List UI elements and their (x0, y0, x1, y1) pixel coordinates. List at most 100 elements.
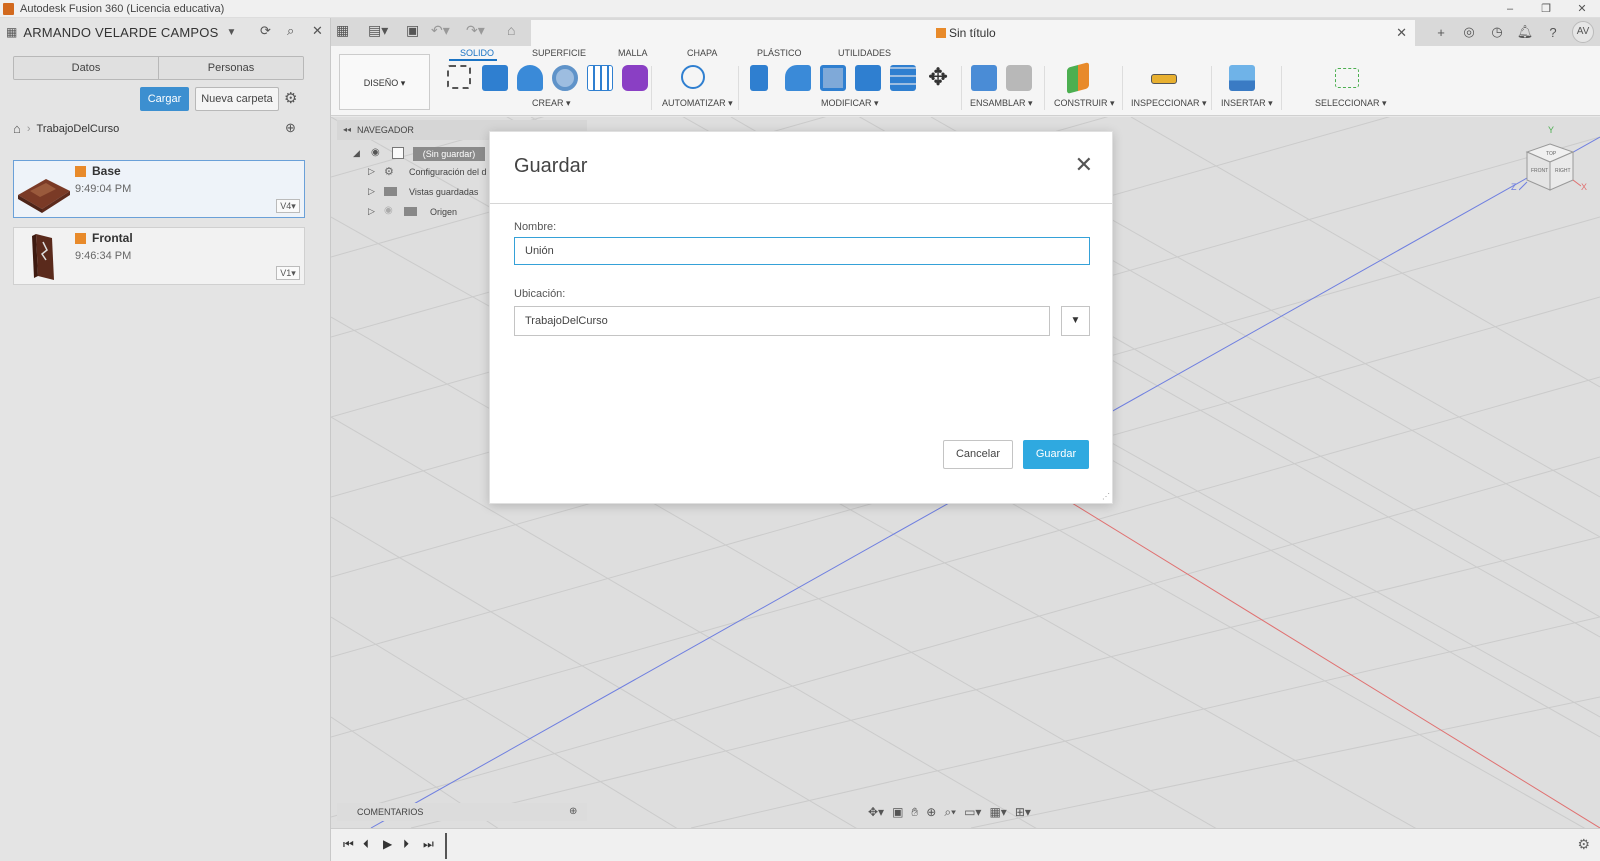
notifications-icon[interactable]: 🔔︎ (1516, 24, 1534, 40)
tab-personas[interactable]: Personas (158, 57, 303, 79)
version-badge[interactable]: V4▾ (276, 199, 300, 213)
combine-icon[interactable] (855, 65, 881, 91)
tab-datos[interactable]: Datos (14, 57, 158, 79)
team-icon[interactable]: ▦ (6, 25, 17, 39)
location-field[interactable] (514, 306, 1050, 336)
undo-icon[interactable]: ↶▾ (431, 22, 450, 39)
new-tab-icon[interactable]: + (1432, 25, 1450, 40)
measure-icon[interactable] (1151, 74, 1177, 84)
press-pull-icon[interactable] (750, 65, 768, 91)
move-icon[interactable]: ✥ (925, 65, 951, 91)
viewcube[interactable]: TOP FRONT RIGHT Y Z X (1511, 125, 1587, 200)
timeline-settings-icon[interactable]: ⚙ (1577, 836, 1590, 853)
close-tab-icon[interactable]: ✕ (1396, 25, 1407, 41)
viewports-icon[interactable]: ⊞▾ (1015, 805, 1031, 820)
add-comment-icon[interactable]: ⊕ (569, 806, 577, 817)
triangle-collapsed-icon[interactable]: ▷ (368, 206, 375, 217)
refresh-icon[interactable]: ⟳ (260, 23, 271, 39)
avatar[interactable]: AV (1572, 21, 1594, 43)
search-icon[interactable]: ⌕ (287, 23, 294, 39)
fit-icon[interactable]: ⌕▾ (944, 805, 956, 820)
chevron-down-icon[interactable]: ▼ (226, 27, 236, 38)
new-component-icon[interactable] (971, 65, 997, 91)
upload-button[interactable]: Cargar (140, 87, 189, 111)
browser-item-saved-views[interactable]: Vistas guardadas (409, 187, 478, 197)
select-icon[interactable] (1335, 68, 1359, 88)
hole-icon[interactable] (552, 65, 578, 91)
group-crear[interactable]: CREAR ▾ (532, 98, 571, 109)
step-back-icon[interactable]: ⏴ (363, 837, 369, 852)
tab-solido[interactable]: SOLIDO (460, 48, 494, 58)
tab-malla[interactable]: MALLA (618, 48, 648, 58)
triangle-expanded-icon[interactable]: ◢ (353, 148, 360, 159)
revolve-icon[interactable] (517, 65, 543, 91)
save-button[interactable]: Guardar (1023, 440, 1089, 469)
name-field[interactable] (514, 237, 1090, 265)
close-window-button[interactable]: ✕ (1564, 0, 1600, 18)
grid-settings-icon[interactable]: ▦▾ (989, 805, 1006, 820)
comments-panel[interactable]: COMENTARIOS (337, 803, 587, 821)
browser-item-origin[interactable]: Origen (430, 207, 457, 217)
globe-icon[interactable]: ⊕ (285, 120, 296, 136)
triangle-collapsed-icon[interactable]: ▷ (368, 186, 375, 197)
close-panel-icon[interactable]: ✕ (312, 23, 323, 39)
go-to-end-icon[interactable]: ⏭ (423, 837, 434, 852)
group-insertar[interactable]: INSERTAR ▾ (1221, 98, 1273, 109)
triangle-collapsed-icon[interactable]: ▷ (368, 166, 375, 177)
workspace-switcher[interactable]: DISEÑO ▾ (339, 54, 430, 110)
play-icon[interactable]: ▶ (383, 837, 392, 851)
user-name[interactable]: ARMANDO VELARDE CAMPOS (23, 25, 218, 40)
group-construir[interactable]: CONSTRUIR ▾ (1054, 98, 1115, 109)
group-seleccionar[interactable]: SELECCIONAR ▾ (1315, 98, 1387, 109)
group-ensamblar[interactable]: ENSAMBLAR ▾ (970, 98, 1033, 109)
file-card-base[interactable]: Base 9:49:04 PM V4▾ (13, 160, 305, 218)
minimize-button[interactable]: – (1492, 0, 1528, 18)
eye-hidden-icon[interactable]: ◉ (384, 205, 393, 216)
group-automatizar[interactable]: AUTOMATIZAR ▾ (662, 98, 733, 109)
document-tab[interactable]: Sin título ✕ (531, 20, 1415, 46)
go-to-start-icon[interactable]: ⏮ (343, 837, 354, 852)
form-icon[interactable] (622, 65, 648, 91)
apps-grid-icon[interactable]: ▦ (336, 22, 349, 39)
automate-icon[interactable] (681, 65, 705, 89)
zoom-icon[interactable]: ⊕ (926, 805, 936, 820)
resize-handle-icon[interactable]: ⋰ (1102, 492, 1110, 501)
joint-icon[interactable] (1006, 65, 1032, 91)
extensions-icon[interactable]: ◎ (1460, 24, 1478, 40)
timeline-marker[interactable] (445, 833, 447, 859)
step-forward-icon[interactable]: ⏵ (403, 837, 409, 852)
extrude-icon[interactable] (482, 65, 508, 91)
home-view-icon[interactable]: ⌂ (507, 22, 515, 38)
display-settings-icon[interactable]: ▭▾ (964, 805, 981, 820)
version-badge[interactable]: V1▾ (276, 266, 300, 280)
file-menu-icon[interactable]: ▤▾ (368, 22, 388, 39)
cancel-button[interactable]: Cancelar (943, 440, 1013, 469)
file-card-frontal[interactable]: Frontal 9:46:34 PM V1▾ (13, 227, 305, 285)
new-folder-button[interactable]: Nueva carpeta (195, 87, 279, 111)
orbit-icon[interactable]: ✥▾ (868, 805, 884, 820)
pan-icon[interactable]: ✋︎ (911, 805, 918, 820)
save-icon[interactable]: ▣ (406, 22, 419, 39)
group-modificar[interactable]: MODIFICAR ▾ (821, 98, 879, 109)
restore-button[interactable]: ❐ (1528, 0, 1564, 18)
offset-face-icon[interactable] (890, 65, 916, 91)
home-icon[interactable]: ⌂ (13, 121, 21, 136)
shell-icon[interactable] (820, 65, 846, 91)
offset-plane-icon[interactable] (1067, 62, 1089, 94)
browser-root[interactable]: (Sin guardar) (413, 147, 485, 161)
collapse-left-icon[interactable]: ◂◂ (343, 125, 351, 134)
tab-chapa[interactable]: CHAPA (687, 48, 717, 58)
help-icon[interactable]: ? (1544, 25, 1562, 40)
location-dropdown-button[interactable]: ▼ (1061, 306, 1090, 336)
close-icon[interactable]: ✕ (1075, 154, 1093, 176)
tab-plastico[interactable]: PLÁSTICO (757, 48, 802, 58)
group-inspeccionar[interactable]: INSPECCIONAR ▾ (1131, 98, 1207, 109)
create-sketch-icon[interactable] (447, 65, 471, 89)
fillet-icon[interactable] (785, 65, 811, 91)
pattern-icon[interactable] (587, 65, 613, 91)
insert-image-icon[interactable] (1229, 65, 1255, 91)
eye-icon[interactable]: ◉ (371, 147, 380, 158)
gear-icon[interactable]: ⚙ (284, 89, 297, 107)
tab-superficie[interactable]: SUPERFICIE (532, 48, 586, 58)
tab-utilidades[interactable]: UTILIDADES (838, 48, 891, 58)
